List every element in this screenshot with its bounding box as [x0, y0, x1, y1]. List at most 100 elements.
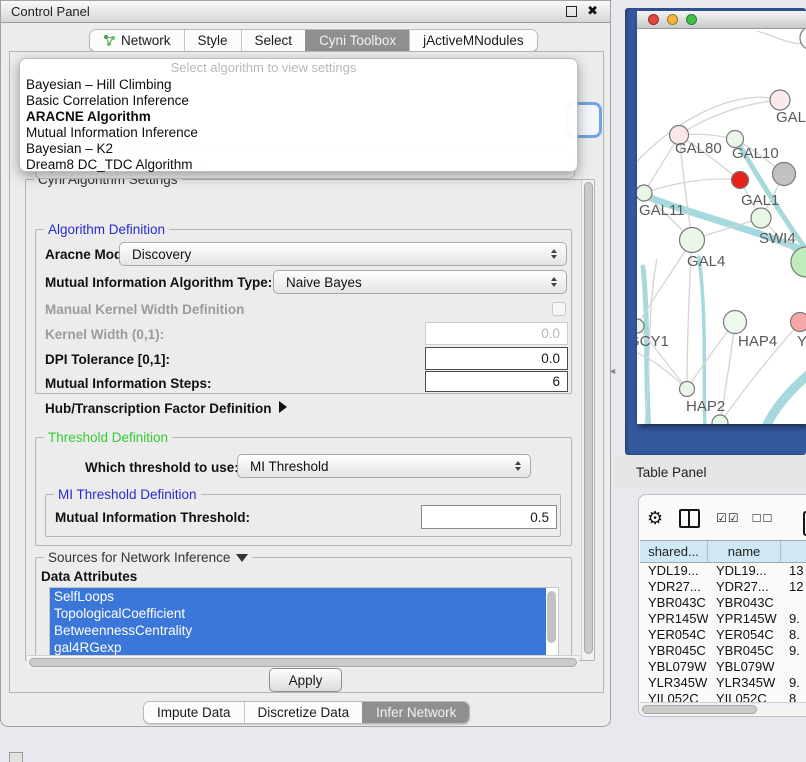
algorithm-item-basic-correlation-inference[interactable]: Basic Correlation Inference	[20, 93, 577, 109]
network-view-window: GALGAL80GAL10GAL1GAL11GAL4SWI4GCY1HAP4YH…	[637, 11, 806, 424]
table-cell: YLR345W	[640, 675, 708, 691]
control-panel-title: Control Panel	[11, 4, 90, 19]
tab-jactivemnodules[interactable]: jActiveMNodules	[409, 30, 537, 51]
table-header-cell-name[interactable]: name	[708, 541, 781, 562]
algorithm-item-bayesian-hill-climbing[interactable]: Bayesian – Hill Climbing	[20, 77, 577, 93]
control-panel-titlebar[interactable]: Control Panel ✖	[1, 1, 610, 23]
mac-close-button[interactable]	[648, 14, 659, 25]
algorithm-item-dream8-dc-tdc-algorithm[interactable]: Dream8 DC_TDC Algorithm	[20, 157, 577, 173]
table-cell: YBR045C	[708, 643, 781, 659]
network-node-gal[interactable]	[770, 90, 790, 110]
apply-button-label: Apply	[289, 673, 323, 688]
tab-select[interactable]: Select	[241, 30, 306, 51]
table-row[interactable]: YLR345WYLR345W9.	[640, 675, 806, 691]
columns-icon[interactable]	[679, 509, 700, 528]
tab-infer-network[interactable]: Infer Network	[362, 702, 469, 723]
network-node-gal1[interactable]	[751, 208, 771, 228]
mi-type-combo[interactable]: Naive Bayes	[273, 270, 567, 294]
network-node[interactable]	[773, 163, 796, 186]
tab-network[interactable]: Network	[90, 30, 184, 51]
settings-vscroll-thumb[interactable]	[584, 182, 593, 654]
collapse-down-icon[interactable]	[236, 554, 248, 562]
network-node-gcy1[interactable]	[637, 319, 644, 333]
mac-minimize-button[interactable]	[667, 14, 678, 25]
stepper-icon	[515, 461, 521, 471]
table-cell: YBR043C	[640, 595, 708, 611]
network-node[interactable]	[732, 172, 749, 189]
network-window-titlebar[interactable]	[637, 11, 806, 29]
table-cell: YBR045C	[640, 643, 708, 659]
table-hscroll-thumb[interactable]	[642, 705, 757, 714]
table-row[interactable]: YBL079WYBL079W	[640, 659, 806, 675]
table-cell: YPR145W	[708, 611, 781, 627]
kernel-width-field[interactable]: 0.0	[425, 322, 568, 345]
table-header-cell-extra[interactable]	[781, 541, 806, 562]
manual-kernel-checkbox[interactable]	[552, 302, 566, 316]
tab-label: Cyni Toolbox	[319, 33, 396, 48]
splitter-arrow-icon[interactable]: ◄	[608, 366, 617, 376]
node-label-gal80: GAL80	[675, 140, 722, 157]
which-threshold-value: MI Threshold	[250, 459, 515, 474]
algorithm-item-aracne-algorithm[interactable]: ARACNE Algorithm	[20, 109, 577, 125]
mi-threshold-value: 0.5	[530, 510, 549, 525]
which-threshold-combo[interactable]: MI Threshold	[237, 454, 531, 478]
settings-vertical-scrollbar[interactable]	[581, 180, 594, 660]
corner-widget-icon[interactable]	[9, 752, 23, 762]
dpi-tolerance-field[interactable]: 0.0	[425, 347, 568, 370]
settings-horizontal-scrollbar[interactable]	[27, 655, 579, 668]
attributes-scroll-thumb[interactable]	[547, 591, 556, 643]
tab-discretize-data[interactable]: Discretize Data	[244, 702, 363, 723]
mi-steps-field[interactable]: 6	[425, 371, 568, 392]
table-row[interactable]: YPR145WYPR145W9.	[640, 611, 806, 627]
network-canvas[interactable]: GALGAL80GAL10GAL1GAL11GAL4SWI4GCY1HAP4YH…	[637, 29, 806, 424]
table-header-cell-shared-[interactable]: shared...	[640, 541, 708, 562]
table-row[interactable]: YER054CYER054C8.	[640, 627, 806, 643]
tab-label: jActiveMNodules	[423, 33, 524, 48]
network-node-hap4[interactable]	[724, 311, 747, 334]
disclosure-right-icon[interactable]	[279, 401, 287, 413]
tab-label: Style	[198, 33, 228, 48]
mi-steps-label: Mutual Information Steps:	[45, 376, 212, 391]
table-row[interactable]: YDL19...YDL19...13	[640, 563, 806, 579]
select-all-checkboxes-icon[interactable]: ☑☑	[716, 511, 740, 525]
cyni-bottom-tabs: Impute DataDiscretize DataInfer Network	[143, 701, 470, 724]
table-panel-titlebar: Table Panel	[613, 455, 806, 489]
algorithm-item-bayesian-k2[interactable]: Bayesian – K2	[20, 141, 577, 157]
table-cell: YDL19...	[708, 563, 781, 579]
mac-zoom-button[interactable]	[686, 14, 697, 25]
sources-legend: Sources for Network Inference	[44, 550, 252, 565]
network-node-y[interactable]	[791, 313, 806, 332]
attribute-item-gal4rgexp[interactable]: gal4RGexp	[50, 639, 546, 656]
network-node[interactable]	[800, 29, 806, 50]
tab-cyni-toolbox[interactable]: Cyni Toolbox	[305, 30, 409, 51]
tab-impute-data[interactable]: Impute Data	[144, 702, 244, 723]
attribute-item-topologicalcoefficient[interactable]: TopologicalCoefficient	[50, 605, 546, 622]
table-cell: YDL19...	[640, 563, 708, 579]
float-window-icon[interactable]	[566, 6, 577, 17]
algorithm-item-mutual-information-inference[interactable]: Mutual Information Inference	[20, 125, 577, 141]
table-panel-card: ⚙ ☑☑ ☐☐ shared...name YDL19...YDL19...13…	[638, 494, 806, 717]
dpi-tolerance-label: DPI Tolerance [0,1]:	[45, 352, 170, 367]
table-row[interactable]: YBR045CYBR045C9.	[640, 643, 806, 659]
tab-style[interactable]: Style	[184, 30, 241, 51]
network-node[interactable]	[712, 415, 728, 424]
attribute-item-betweennesscentrality[interactable]: BetweennessCentrality	[50, 622, 546, 639]
table-cell: YBR043C	[708, 595, 781, 611]
gear-icon[interactable]: ⚙	[647, 508, 663, 529]
network-node-hap2[interactable]	[680, 382, 695, 397]
attribute-item-selfloops[interactable]: SelfLoops	[50, 588, 546, 605]
network-node-gal4[interactable]	[680, 228, 705, 253]
close-panel-icon[interactable]: ✖	[587, 4, 598, 18]
network-node-gal11[interactable]	[637, 185, 652, 201]
table-row[interactable]: YBR043CYBR043C	[640, 595, 806, 611]
aracne-mode-combo[interactable]: Discovery	[119, 242, 567, 266]
table-row[interactable]: YDR27...YDR27...12	[640, 579, 806, 595]
deselect-checkboxes-icon[interactable]: ☐☐	[752, 512, 774, 525]
apply-button[interactable]: Apply	[269, 668, 342, 692]
algorithm-dropdown-popup: Select algorithm to view settings Bayesi…	[19, 58, 578, 172]
mi-threshold-field[interactable]: 0.5	[421, 505, 557, 529]
algorithm-dropdown-prompt: Select algorithm to view settings	[20, 59, 577, 77]
table-horizontal-scrollbar[interactable]	[640, 702, 806, 715]
settings-hscroll-thumb[interactable]	[29, 658, 577, 667]
data-attributes-list[interactable]: SelfLoopsTopologicalCoefficientBetweenne…	[49, 587, 559, 656]
